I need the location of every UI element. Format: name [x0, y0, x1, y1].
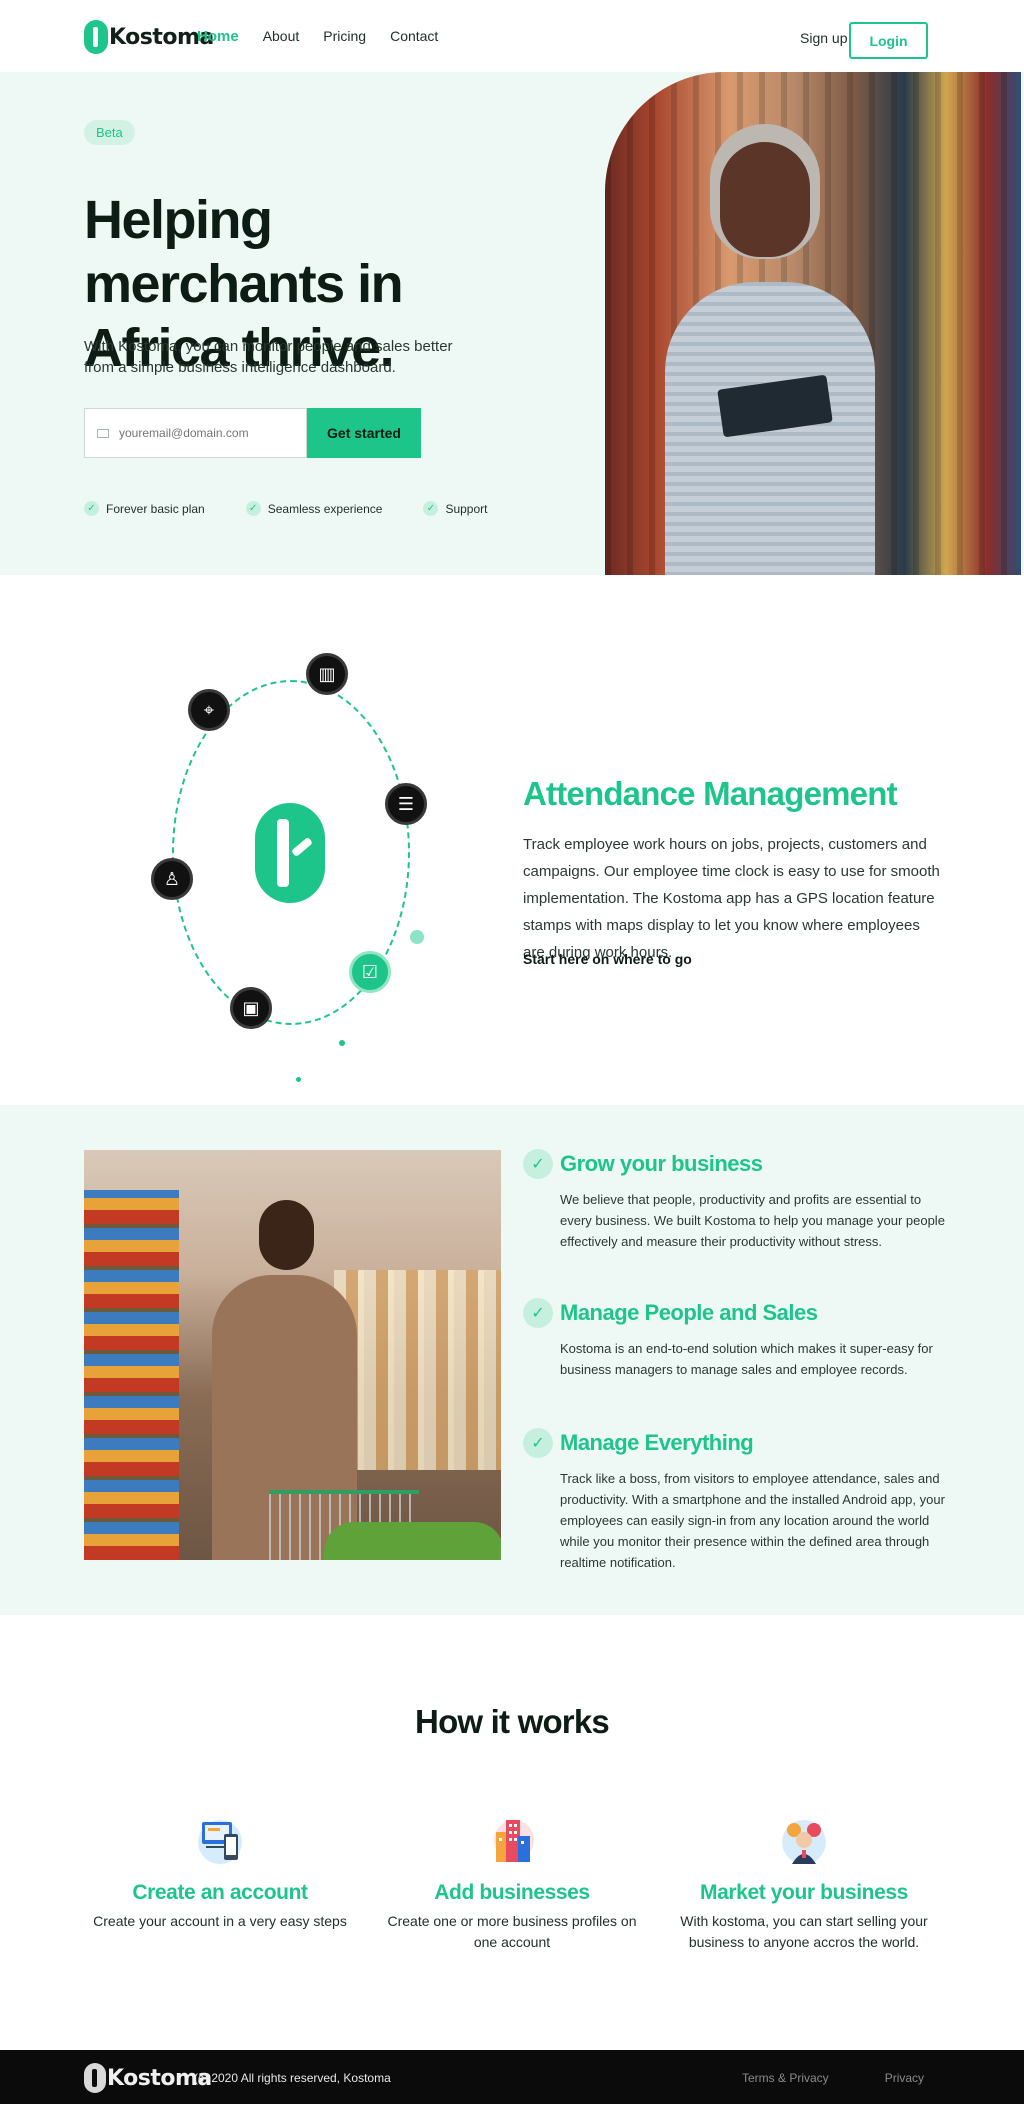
how-it-works-section: How it works Create an account Create yo… — [0, 1615, 1024, 2050]
shelf-left — [84, 1190, 179, 1560]
shopper-head — [259, 1200, 314, 1270]
vegetables — [324, 1522, 501, 1560]
buildings-icon — [488, 1810, 536, 1870]
shelf-right — [334, 1270, 501, 1470]
step-market-business: Market your business With kostoma, you c… — [674, 1810, 934, 1953]
beta-badge: Beta — [84, 120, 135, 145]
calendar-check-icon: ☑ — [349, 951, 391, 993]
check-icon: ✓ — [245, 501, 261, 516]
shopper-photo — [84, 1150, 501, 1560]
perk-item: ✓ Seamless experience — [245, 501, 383, 516]
feature-title: Manage People and Sales — [560, 1300, 818, 1325]
merchant-figure — [665, 142, 875, 575]
terms-privacy-link[interactable]: Terms & Privacy — [742, 2071, 829, 2085]
footer-links: Terms & Privacy Privacy — [742, 2071, 980, 2085]
attendance-description: Track employee work hours on jobs, proje… — [523, 836, 940, 961]
privacy-link[interactable]: Privacy — [885, 2071, 924, 2085]
step-text: With kostoma, you can start selling your… — [680, 1913, 928, 1950]
building-icon: ▥ — [306, 653, 348, 695]
step-title: Market your business — [700, 1881, 908, 1904]
hero-photo-merchant — [605, 72, 1021, 575]
nav-link-pricing[interactable]: Pricing — [323, 28, 366, 45]
hero-section: Beta Helping merchants in Africa thrive.… — [0, 72, 1024, 575]
signup-link[interactable]: Sign up — [800, 30, 847, 46]
login-button[interactable]: Login — [849, 22, 928, 59]
features-section: ✓ Grow your business We believe that peo… — [0, 1105, 1024, 1615]
check-icon: ✓ — [423, 501, 439, 516]
perk-label: Forever basic plan — [106, 501, 205, 516]
feature-text: Track like a boss, from visitors to empl… — [560, 1471, 945, 1570]
decorative-dot — [339, 1040, 345, 1046]
decorative-dot — [410, 930, 424, 944]
mail-icon — [97, 428, 109, 438]
how-it-works-title: How it works — [415, 1703, 610, 1740]
check-icon: ✓ — [523, 1149, 553, 1179]
copyright-text: (c) 2020 All rights reserved, Kostoma — [194, 2071, 391, 2085]
logo-mark-icon — [84, 2063, 106, 2093]
location-pin-icon: ⌖ — [188, 689, 230, 731]
get-started-button[interactable]: Get started — [307, 408, 421, 458]
start-here-link[interactable]: Start here on where to go — [523, 951, 692, 967]
logo-mark-icon — [84, 20, 108, 54]
feature-title: Grow your business — [560, 1151, 763, 1176]
kostoma-core-icon — [255, 803, 325, 903]
perk-item: ✓ Forever basic plan — [84, 501, 205, 516]
step-add-businesses: Add businesses Create one or more busine… — [382, 1810, 642, 1953]
wallet-icon: ▣ — [230, 987, 272, 1029]
check-icon: ✓ — [523, 1298, 553, 1328]
checklist-icon: ☰ — [385, 783, 427, 825]
perk-item: ✓ Support — [423, 501, 487, 516]
feature-title: Manage Everything — [560, 1430, 754, 1455]
user-icon: ♙ — [151, 858, 193, 900]
feature-text: Kostoma is an end-to-end solution which … — [560, 1341, 933, 1377]
nav-link-home[interactable]: Home — [197, 28, 239, 45]
attendance-section: ▥ ☰ ☑ ▣ ♙ ⌖ Attendance Management Track … — [0, 575, 1024, 1105]
footer-logo[interactable]: Kostoma — [84, 2063, 212, 2093]
nav-link-about[interactable]: About — [263, 28, 300, 45]
hero-subtitle: With Kostoma, you can monitor people and… — [84, 338, 453, 376]
perk-label: Seamless experience — [267, 501, 383, 516]
decorative-dot — [296, 1077, 301, 1082]
brand-logo[interactable]: Kostoma — [84, 20, 214, 54]
devices-icon — [196, 1810, 244, 1870]
step-title: Add businesses — [434, 1881, 590, 1904]
feature-orbit-graphic: ▥ ☰ ☑ ▣ ♙ ⌖ — [0, 575, 500, 1105]
nav-links: Home About Pricing Contact — [197, 28, 462, 45]
email-field-wrapper — [84, 408, 307, 458]
nav-link-contact[interactable]: Contact — [390, 28, 438, 45]
attendance-title: Attendance Management — [523, 775, 898, 812]
step-text: Create one or more business profiles on … — [387, 1913, 637, 1950]
feature-text: We believe that people, productivity and… — [560, 1192, 945, 1249]
step-text: Create your account in a very easy steps — [93, 1913, 347, 1929]
step-title: Create an account — [132, 1881, 308, 1904]
top-nav: Kostoma Home About Pricing Contact Sign … — [0, 0, 1024, 72]
step-create-account: Create an account Create your account in… — [90, 1810, 350, 1932]
check-icon: ✓ — [84, 501, 99, 516]
footer: Kostoma (c) 2020 All rights reserved, Ko… — [0, 2050, 1024, 2104]
team-icon — [780, 1810, 828, 1870]
perks-list: ✓ Forever basic plan ✓ Seamless experien… — [84, 501, 528, 516]
perk-label: Support — [445, 501, 488, 516]
email-input[interactable] — [119, 426, 299, 440]
check-icon: ✓ — [523, 1428, 553, 1458]
merchant-head — [720, 142, 810, 257]
